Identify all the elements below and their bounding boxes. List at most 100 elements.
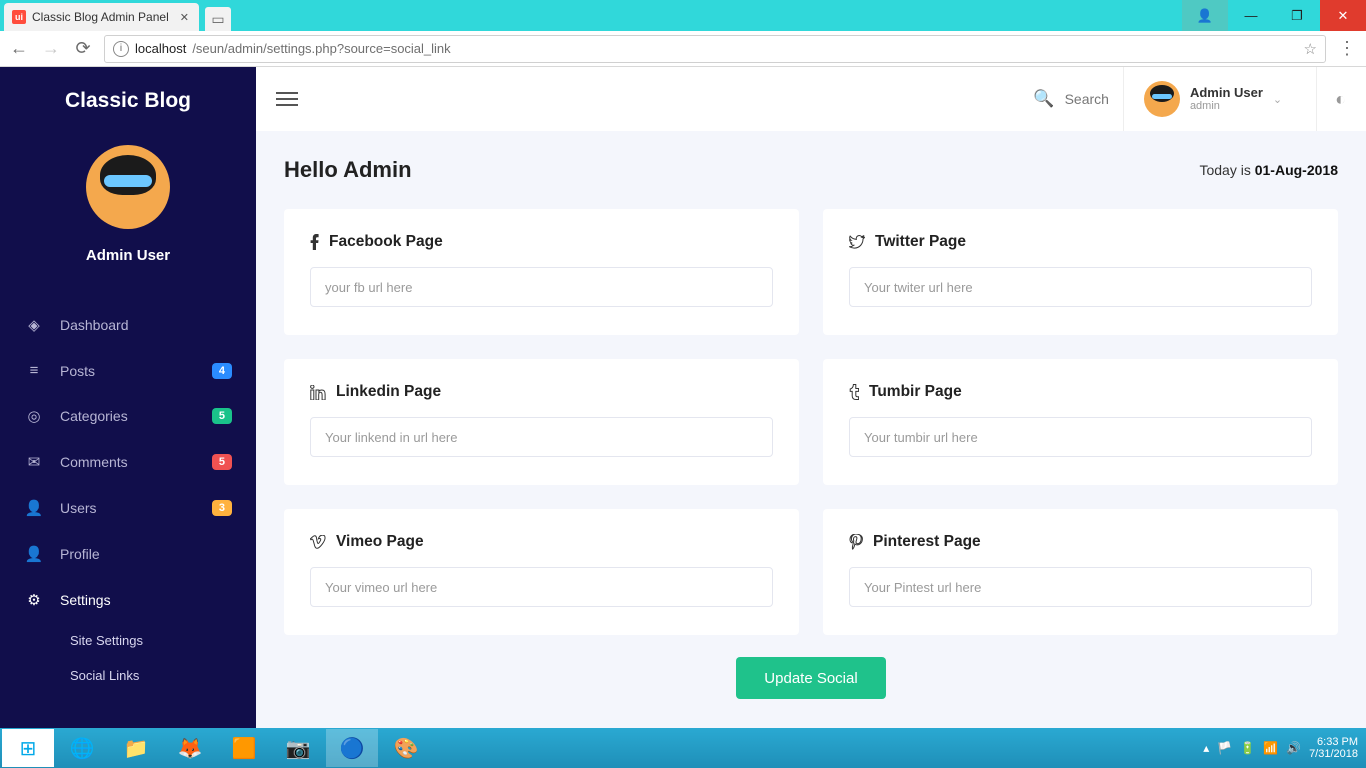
windows-taskbar: ⊞ 🌐 📁 🦊 🟧 📷 🔵 🎨 ▴ 🏳️ 🔋 📶 🔊 6:33 PM 7/31/… [0, 728, 1366, 768]
url-host: localhost [135, 41, 186, 56]
sidebar-item-label: Comments [60, 454, 128, 470]
card-vimeo-page: Vimeo Page [284, 509, 799, 635]
sidebar-item-dashboard[interactable]: ◈ Dashboard [0, 302, 256, 348]
forward-button[interactable]: → [40, 38, 62, 59]
chevron-down-icon: ⌄ [1273, 93, 1282, 106]
bookmark-icon[interactable]: ☆ [1304, 40, 1317, 58]
sidebar-badge: 5 [212, 408, 232, 424]
linkedin-url-input[interactable] [310, 417, 773, 457]
search[interactable]: 🔍 Search [1033, 89, 1109, 109]
dashboard-icon: ◈ [24, 316, 44, 334]
topbar-user-role: admin [1190, 100, 1263, 112]
tab-close-icon[interactable]: ✕ [180, 11, 189, 24]
sidebar-item-label: Categories [60, 408, 128, 424]
sidebar-item-comments[interactable]: ✉ Comments 5 [0, 439, 256, 485]
user-avatar [86, 145, 170, 229]
taskbar-app-icon[interactable]: 🟧 [218, 729, 270, 767]
site-info-icon[interactable]: i [113, 41, 129, 57]
sidebar-item-users[interactable]: 👤 Users 3 [0, 485, 256, 531]
window-titlebar: ui Classic Blog Admin Panel ✕ ▭ 👤 — ❐ ✕ [0, 0, 1366, 31]
update-social-button[interactable]: Update Social [736, 657, 885, 699]
taskbar-explorer-icon[interactable]: 📁 [110, 729, 162, 767]
sidebar-nav: ◈ Dashboard ≡ Posts 4◎ Categories 5✉ Com… [0, 302, 256, 693]
main: 🔍 Search Admin User admin ⌄ ◐ Hello Admi… [256, 67, 1366, 728]
card-pinterest-page: Pinterest Page [823, 509, 1338, 635]
topbar-user-name: Admin User [1190, 86, 1263, 100]
tray-battery-icon[interactable]: 🔋 [1240, 741, 1255, 755]
card-twitter-page: Twitter Page [823, 209, 1338, 335]
pinterest-url-input[interactable] [849, 567, 1312, 607]
tray-arrow-icon[interactable]: ▴ [1203, 741, 1209, 755]
tray-network-icon[interactable]: 📶 [1263, 741, 1278, 755]
card-title: Vimeo Page [310, 533, 773, 551]
categories-icon: ◎ [24, 407, 44, 425]
browser-toolbar: ← → ⟳ i localhost/seun/admin/settings.ph… [0, 31, 1366, 67]
browser-tab[interactable]: ui Classic Blog Admin Panel ✕ [4, 3, 199, 31]
sidebar-item-profile[interactable]: 👤 Profile [0, 531, 256, 577]
page: Classic Blog Admin User ◈ Dashboard ≡ Po… [0, 67, 1366, 728]
vimeo-icon [310, 535, 326, 549]
sidebar: Classic Blog Admin User ◈ Dashboard ≡ Po… [0, 67, 256, 728]
taskbar-camera-icon[interactable]: 📷 [272, 729, 324, 767]
sidebar-badge: 5 [212, 454, 232, 470]
taskbar-paint-icon[interactable]: 🎨 [380, 729, 432, 767]
start-button[interactable]: ⊞ [2, 729, 54, 767]
user-avatar-small [1144, 81, 1180, 117]
settings-icon: ⚙ [24, 591, 44, 609]
window-user-icon[interactable]: 👤 [1182, 0, 1228, 31]
taskbar-time: 6:33 PM [1309, 736, 1358, 748]
address-bar[interactable]: i localhost/seun/admin/settings.php?sour… [104, 35, 1326, 63]
sidebar-item-label: Dashboard [60, 317, 129, 333]
tray-flag-icon[interactable]: 🏳️ [1217, 741, 1232, 755]
card-tumbir-page: Tumbir Page [823, 359, 1338, 485]
sidebar-item-label: Users [60, 500, 97, 516]
taskbar-firefox-icon[interactable]: 🦊 [164, 729, 216, 767]
pinterest-icon [849, 534, 863, 550]
posts-icon: ≡ [24, 362, 44, 379]
window-maximize-button[interactable]: ❐ [1274, 0, 1320, 31]
sidebar-subitem-social-links[interactable]: Social Links [0, 658, 256, 693]
vimeo-url-input[interactable] [310, 567, 773, 607]
sidebar-badge: 3 [212, 500, 232, 516]
card-title: Linkedin Page [310, 383, 773, 401]
tray-volume-icon[interactable]: 🔊 [1286, 741, 1301, 755]
sidebar-subitem-site-settings[interactable]: Site Settings [0, 623, 256, 658]
profile-icon: 👤 [24, 545, 44, 563]
window-minimize-button[interactable]: — [1228, 0, 1274, 31]
browser-menu-icon[interactable]: ⋮ [1336, 38, 1358, 59]
sidebar-item-posts[interactable]: ≡ Posts 4 [0, 348, 256, 393]
twitter-url-input[interactable] [849, 267, 1312, 307]
social-cards-grid: Facebook Page Twitter Page Linkedin Page… [284, 209, 1338, 635]
taskbar-clock[interactable]: 6:33 PM 7/31/2018 [1309, 736, 1358, 760]
facebook-icon [310, 234, 319, 250]
card-title: Twitter Page [849, 233, 1312, 251]
card-title: Tumbir Page [849, 383, 1312, 401]
today-date: Today is 01-Aug-2018 [1199, 162, 1338, 178]
favicon-icon: ui [12, 10, 26, 24]
window-close-button[interactable]: ✕ [1320, 0, 1366, 31]
back-button[interactable]: ← [8, 38, 30, 59]
page-greeting: Hello Admin [284, 157, 412, 183]
facebook-url-input[interactable] [310, 267, 773, 307]
today-prefix: Today is [1199, 162, 1254, 178]
card-title: Pinterest Page [849, 533, 1312, 551]
new-tab-button[interactable]: ▭ [205, 7, 231, 31]
card-title: Facebook Page [310, 233, 773, 251]
content: Hello Admin Today is 01-Aug-2018 Faceboo… [256, 131, 1366, 728]
sidebar-item-label: Profile [60, 546, 100, 562]
sidebar-badge: 4 [212, 363, 232, 379]
tab-title: Classic Blog Admin Panel [32, 10, 169, 24]
taskbar-chrome-icon[interactable]: 🔵 [326, 729, 378, 767]
taskbar-ie-icon[interactable]: 🌐 [56, 729, 108, 767]
linkedin-icon [310, 385, 326, 400]
theme-toggle-icon[interactable]: ◐ [1316, 67, 1346, 131]
sidebar-item-label: Settings [60, 592, 111, 608]
sidebar-item-settings[interactable]: ⚙ Settings [0, 577, 256, 623]
topbar: 🔍 Search Admin User admin ⌄ ◐ [256, 67, 1366, 131]
tumbir-url-input[interactable] [849, 417, 1312, 457]
sidebar-item-categories[interactable]: ◎ Categories 5 [0, 393, 256, 439]
reload-button[interactable]: ⟳ [72, 38, 94, 59]
user-menu[interactable]: Admin User admin ⌄ [1123, 67, 1302, 131]
twitter-icon [849, 235, 865, 249]
hamburger-icon[interactable] [276, 92, 298, 106]
